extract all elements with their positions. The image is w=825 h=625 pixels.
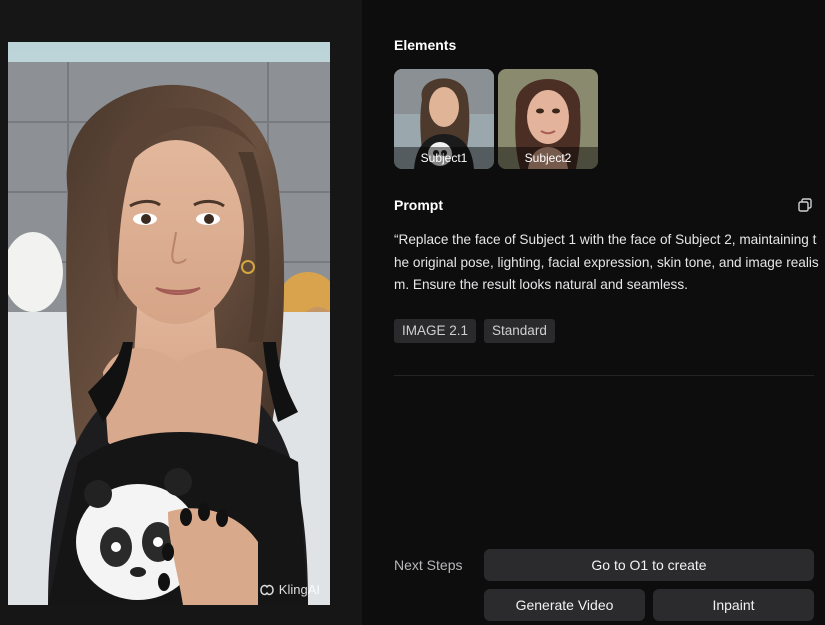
divider <box>394 375 814 376</box>
element-thumb-subject1[interactable]: Subject1 <box>394 69 494 169</box>
quality-tag: Standard <box>484 319 555 343</box>
element-thumb-subject2[interactable]: Subject2 <box>498 69 598 169</box>
prompt-text: “Replace the face of Subject 1 with the … <box>394 232 819 292</box>
preview-panel: KlingAI <box>0 0 362 625</box>
go-to-o1-button[interactable]: Go to O1 to create <box>484 549 814 581</box>
generated-image[interactable]: KlingAI <box>8 42 330 605</box>
model-tags: IMAGE 2.1 Standard <box>394 319 555 343</box>
prompt-title: Prompt <box>394 197 443 213</box>
inpaint-button[interactable]: Inpaint <box>653 589 814 621</box>
elements-list: Subject1 Subject2 <box>394 69 598 169</box>
watermark-text: KlingAI <box>278 582 320 597</box>
klingai-logo-icon <box>260 584 274 595</box>
details-panel: Elements Subject1 Subject2 Prompt “Repla… <box>362 0 825 625</box>
element-label: Subject2 <box>498 147 598 169</box>
watermark: KlingAI <box>259 582 320 597</box>
model-version-tag: IMAGE 2.1 <box>394 319 477 343</box>
generate-video-button[interactable]: Generate Video <box>484 589 645 621</box>
generated-image-art <box>8 42 330 605</box>
element-label: Subject1 <box>394 147 494 169</box>
elements-title: Elements <box>394 37 457 53</box>
copy-icon[interactable] <box>797 197 813 213</box>
next-steps-label: Next Steps <box>394 557 463 573</box>
